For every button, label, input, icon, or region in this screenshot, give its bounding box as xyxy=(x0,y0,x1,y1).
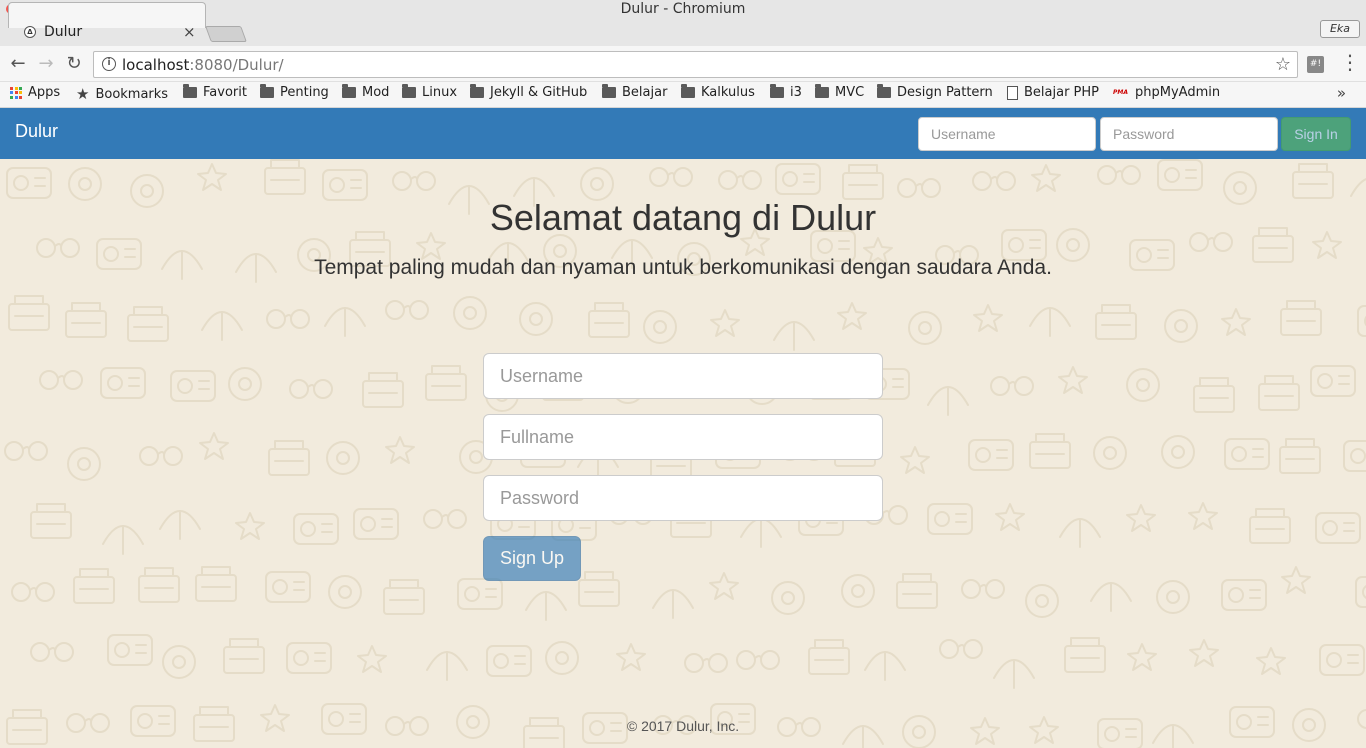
bookmark-label: Penting xyxy=(280,85,329,100)
bookmark-apps[interactable]: Apps xyxy=(10,85,60,100)
bookmark-i3[interactable]: i3 xyxy=(770,84,802,100)
folder-icon xyxy=(815,84,829,98)
signup-fullname-input[interactable] xyxy=(483,414,883,460)
browser-toolbar: ← → ↻ i localhost:8080/Dulur/ ☆ #! ⋮ xyxy=(0,46,1366,82)
url-text: localhost:8080/Dulur/ xyxy=(122,56,284,74)
folder-icon xyxy=(877,84,891,98)
bookmark-label: Belajar PHP xyxy=(1024,85,1100,100)
back-arrow-icon[interactable]: ← xyxy=(8,54,28,74)
bookmark-jekyll-github[interactable]: Jekyll & GitHub xyxy=(470,84,588,100)
brand-logo[interactable]: Dulur xyxy=(15,121,58,142)
page-title: Selamat datang di Dulur xyxy=(489,197,877,238)
bookmark-label: Kalkulus xyxy=(701,85,755,100)
bookmark-label: Linux xyxy=(422,85,458,100)
bookmarks-bar: Apps ★ Bookmarks Favorit Penting Mod Lin… xyxy=(0,82,1366,108)
page-icon xyxy=(1007,85,1018,100)
bookmark-linux[interactable]: Linux xyxy=(402,84,458,100)
tab-dulur[interactable] xyxy=(8,2,206,28)
folder-icon xyxy=(260,84,274,98)
folder-icon xyxy=(470,84,484,98)
navbar-password-input[interactable] xyxy=(1100,117,1278,151)
navbar-username-input[interactable] xyxy=(918,117,1096,151)
signup-button[interactable]: Sign Up xyxy=(483,536,581,581)
url-rest: :8080/Dulur/ xyxy=(189,56,284,74)
reload-icon[interactable]: ↻ xyxy=(64,54,84,74)
star-icon: ★ xyxy=(76,85,90,103)
bookmark-label: Belajar xyxy=(622,85,668,100)
tab-label: Dulur xyxy=(44,24,83,40)
bookmark-bookmarks[interactable]: ★ Bookmarks xyxy=(76,85,168,103)
bookmark-label: Design Pattern xyxy=(897,85,993,100)
extension-icon[interactable]: #! xyxy=(1307,56,1324,73)
signup-password-input[interactable] xyxy=(483,475,883,521)
bookmark-label: Jekyll & GitHub xyxy=(490,85,588,100)
address-bar[interactable]: i localhost:8080/Dulur/ ☆ xyxy=(93,51,1298,78)
site-info-icon[interactable]: i xyxy=(102,57,116,71)
signup-username-input[interactable] xyxy=(483,353,883,399)
bookmark-label: i3 xyxy=(790,85,802,100)
signin-button[interactable]: Sign In xyxy=(1281,117,1351,151)
footer-copyright: © 2017 Dulur, Inc. xyxy=(626,718,740,734)
url-host: localhost xyxy=(122,56,190,74)
bookmark-kalkulus[interactable]: Kalkulus xyxy=(681,84,755,100)
bookmark-label: Mod xyxy=(362,85,390,100)
page-subtitle: Tempat paling mudah dan nyaman untuk ber… xyxy=(314,256,1052,279)
folder-icon xyxy=(342,84,356,98)
folder-icon xyxy=(183,84,197,98)
bookmark-label: Bookmarks xyxy=(95,86,169,102)
bookmark-label: MVC xyxy=(835,85,865,100)
folder-icon xyxy=(602,84,616,98)
folder-icon xyxy=(681,84,695,98)
bookmark-label: Favorit xyxy=(203,85,247,100)
browser-menu-icon[interactable]: ⋮ xyxy=(1340,52,1360,72)
profile-button[interactable]: Eka xyxy=(1320,20,1360,38)
top-navbar: Dulur Sign In xyxy=(0,108,1366,159)
apps-grid-icon xyxy=(10,86,22,99)
bookmark-penting[interactable]: Penting xyxy=(260,84,329,100)
bookmark-phpmyadmin[interactable]: PMA phpMyAdmin xyxy=(1113,85,1220,100)
bookmark-belajar-php[interactable]: Belajar PHP xyxy=(1007,85,1099,100)
bookmarks-overflow-icon[interactable]: » xyxy=(1337,84,1346,102)
phpmyadmin-icon: PMA xyxy=(1113,88,1129,96)
dulur-favicon-icon: Δ xyxy=(24,26,36,38)
forward-arrow-icon[interactable]: → xyxy=(36,54,56,74)
bookmark-design-pattern[interactable]: Design Pattern xyxy=(877,84,993,100)
new-tab-button[interactable] xyxy=(205,26,247,42)
bookmark-label: Apps xyxy=(28,85,61,100)
folder-icon xyxy=(770,84,784,98)
folder-icon xyxy=(402,84,416,98)
bookmark-mod[interactable]: Mod xyxy=(342,84,390,100)
bookmark-belajar[interactable]: Belajar xyxy=(602,84,668,100)
bookmark-star-icon[interactable]: ☆ xyxy=(1275,54,1291,75)
bookmark-label: phpMyAdmin xyxy=(1135,85,1221,100)
bookmark-mvc[interactable]: MVC xyxy=(815,84,865,100)
bookmark-favorit[interactable]: Favorit xyxy=(183,84,247,100)
tab-close-icon[interactable]: × xyxy=(183,23,196,41)
page-viewport: Dulur Sign In Selamat datang di Dulur Te… xyxy=(0,108,1366,748)
